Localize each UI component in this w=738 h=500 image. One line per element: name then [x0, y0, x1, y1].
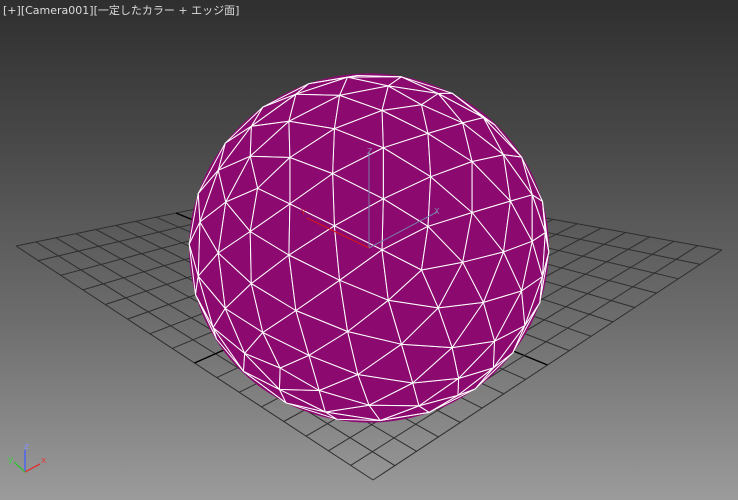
- gizmo-x-axis: [24, 463, 41, 473]
- gizmo-y-label: y: [8, 455, 14, 465]
- viewport-scene[interactable]: Z X Y: [0, 0, 738, 500]
- gizmo-y-axis: [13, 461, 26, 473]
- camera-viewport[interactable]: [+] [Camera001] [一定したカラー + エッジ面] Z X Y z…: [0, 0, 738, 500]
- local-z-label: Z: [367, 147, 373, 156]
- gizmo-z-label: z: [24, 442, 29, 452]
- local-x-label: X: [434, 207, 440, 216]
- local-y-label: Y: [300, 208, 306, 217]
- gizmo-x-label: x: [41, 456, 47, 466]
- view-axis-gizmo: z x y: [8, 442, 47, 473]
